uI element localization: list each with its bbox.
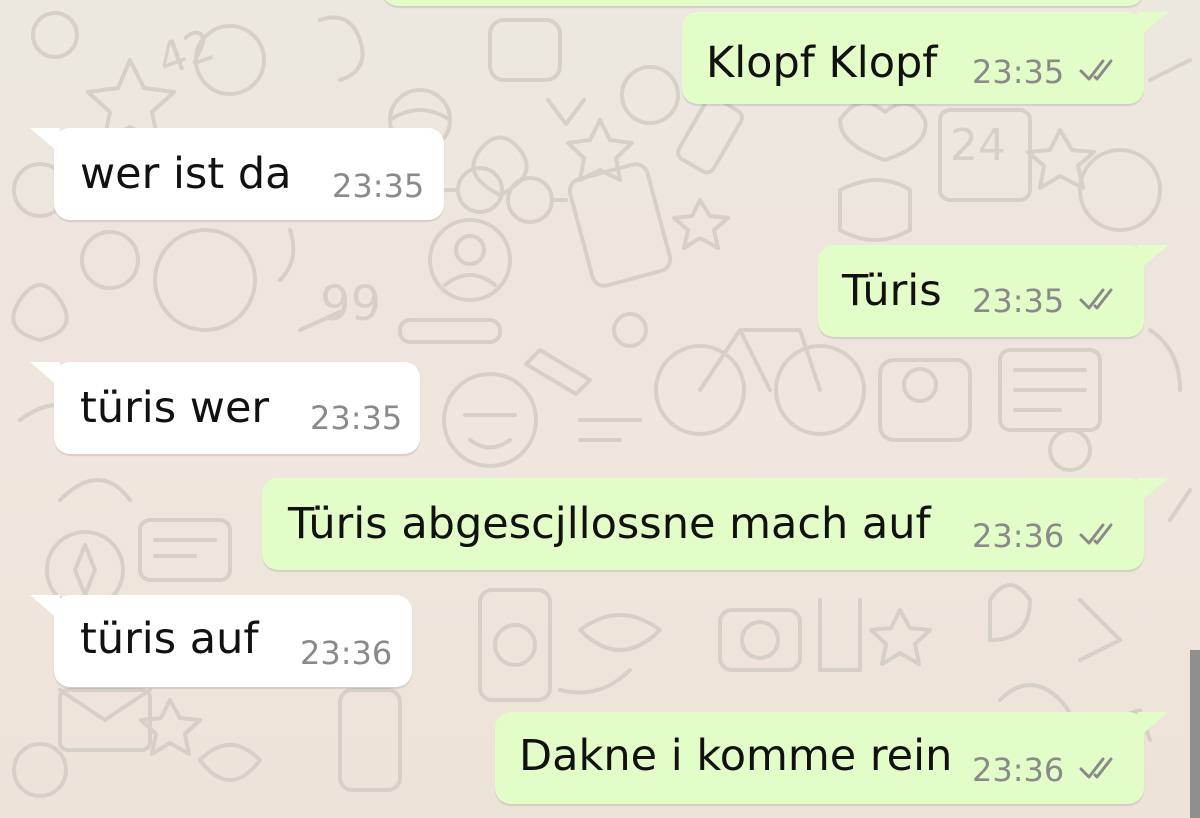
message-time: 23:36	[972, 751, 1065, 789]
message-time: 23:36	[300, 634, 393, 672]
double-check-icon	[1079, 288, 1113, 310]
bubble-tail	[30, 128, 60, 154]
double-check-icon	[1079, 59, 1113, 81]
bubble-tail	[1138, 478, 1168, 504]
message-text: Dakne i komme rein	[519, 731, 953, 781]
bubble-tail	[1138, 12, 1168, 38]
message-incoming[interactable]: wer ist da 23:35	[30, 128, 444, 220]
svg-text:24: 24	[950, 120, 1006, 171]
message-outgoing[interactable]: Klopf Klopf 23:35	[682, 12, 1168, 104]
bubble-tail	[30, 595, 60, 621]
svg-text:42: 42	[151, 19, 221, 86]
message-time: 23:36	[972, 517, 1065, 555]
message-time: 23:35	[972, 282, 1065, 320]
bubble-tail	[1138, 712, 1168, 738]
scrollbar-thumb[interactable]	[1190, 650, 1200, 818]
message-time: 23:35	[332, 167, 425, 205]
bubble-tail	[30, 362, 60, 388]
message-text: Türis	[842, 266, 942, 316]
message-outgoing[interactable]: Türis 23:35	[818, 245, 1168, 337]
message-text: türis wer	[80, 383, 270, 433]
svg-text:99: 99	[320, 276, 381, 332]
previous-message-bubble-edge	[382, 0, 1144, 6]
message-text: Türis abgescjllossne mach auf	[288, 499, 931, 549]
chat-conversation[interactable]: 42 24 99 Klopf Klopf 23:35 wer ist da 23…	[0, 0, 1200, 818]
message-text: wer ist da	[80, 149, 292, 199]
message-time: 23:35	[972, 53, 1065, 91]
message-time: 23:35	[310, 399, 403, 437]
message-incoming[interactable]: türis auf 23:36	[30, 595, 412, 687]
message-incoming[interactable]: türis wer 23:35	[30, 362, 420, 454]
message-text: Klopf Klopf	[706, 38, 938, 88]
bubble-tail	[1138, 245, 1168, 271]
double-check-icon	[1079, 757, 1113, 779]
message-outgoing[interactable]: Türis abgescjllossne mach auf 23:36	[262, 478, 1168, 570]
message-outgoing[interactable]: Dakne i komme rein 23:36	[495, 712, 1168, 804]
double-check-icon	[1079, 523, 1113, 545]
message-text: türis auf	[80, 614, 259, 664]
